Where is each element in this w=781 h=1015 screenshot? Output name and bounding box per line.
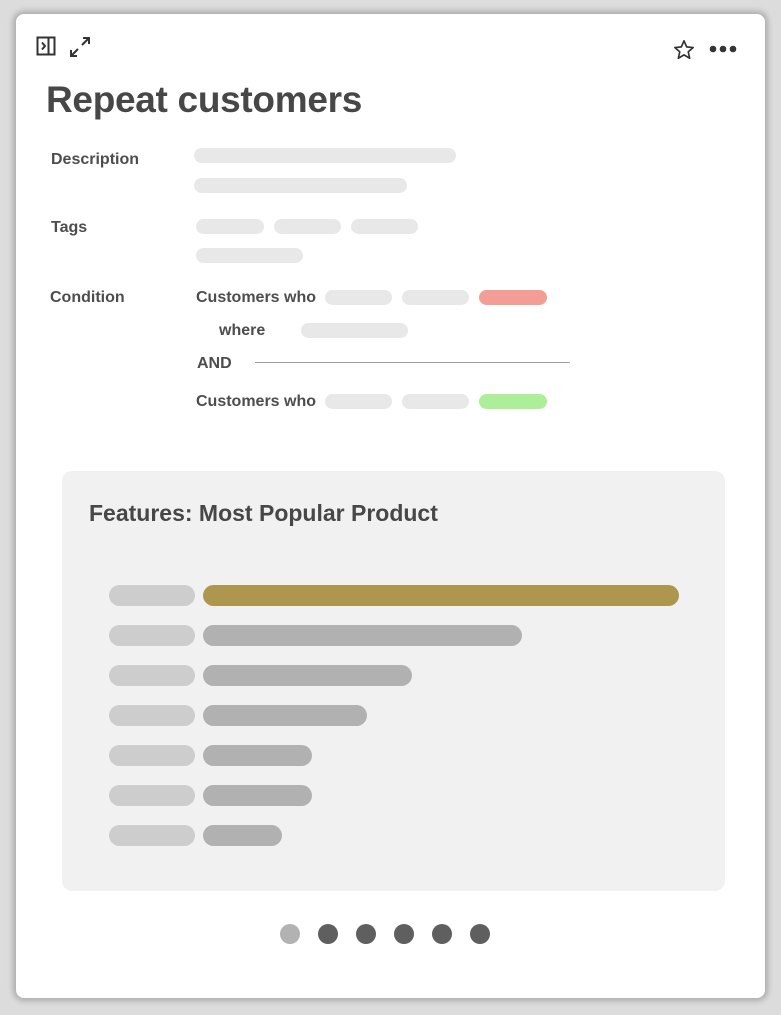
feature-row-label	[109, 705, 195, 726]
pagination-dot[interactable]	[318, 924, 338, 944]
pagination-dot[interactable]	[432, 924, 452, 944]
feature-row-label	[109, 665, 195, 686]
pagination-dot[interactable]	[470, 924, 490, 944]
feature-row-label	[109, 625, 195, 646]
more-icon[interactable]	[709, 45, 737, 53]
description-line	[194, 178, 407, 193]
feature-bar	[203, 665, 412, 686]
page-title: Repeat customers	[46, 79, 362, 120]
condition-token-negative[interactable]	[479, 290, 547, 305]
description-line	[194, 148, 456, 163]
feature-row-label	[109, 585, 195, 606]
feature-bar	[203, 705, 367, 726]
feature-row-label	[109, 745, 195, 766]
operator-divider	[255, 362, 570, 363]
tag-chip[interactable]	[351, 219, 418, 234]
tag-chip[interactable]	[274, 219, 341, 234]
tag-chip[interactable]	[196, 219, 264, 234]
feature-row-label	[109, 825, 195, 846]
condition-clause-text: Customers who	[196, 289, 317, 306]
tag-chip[interactable]	[196, 248, 303, 263]
feature-bar-highlighted	[203, 585, 679, 606]
where-label: where	[219, 322, 266, 339]
feature-title: Features: Most Popular Product	[89, 500, 438, 526]
condition-token[interactable]	[325, 394, 392, 409]
condition-token-positive[interactable]	[479, 394, 547, 409]
feature-bar	[203, 785, 312, 806]
where-token[interactable]	[301, 323, 408, 338]
pagination-dot[interactable]	[394, 924, 414, 944]
feature-row-label	[109, 785, 195, 806]
feature-bar	[203, 745, 312, 766]
condition-label: Condition	[50, 289, 125, 306]
and-operator: AND	[197, 355, 232, 372]
feature-bar	[203, 625, 522, 646]
segment-card: Repeat customers Description Tags Condit…	[16, 14, 765, 998]
expand-icon[interactable]	[69, 36, 91, 58]
pagination-dot[interactable]	[356, 924, 376, 944]
condition-clause-text: Customers who	[196, 393, 317, 410]
tags-label: Tags	[51, 219, 88, 236]
condition-token[interactable]	[402, 394, 469, 409]
sidebar-toggle-icon[interactable]	[36, 36, 56, 56]
condition-token[interactable]	[325, 290, 392, 305]
feature-bar	[203, 825, 282, 846]
description-label: Description	[51, 151, 140, 168]
star-icon[interactable]	[673, 39, 695, 61]
pagination-dot[interactable]	[280, 924, 300, 944]
condition-token[interactable]	[402, 290, 469, 305]
feature-panel: Features: Most Popular Product	[62, 471, 725, 891]
